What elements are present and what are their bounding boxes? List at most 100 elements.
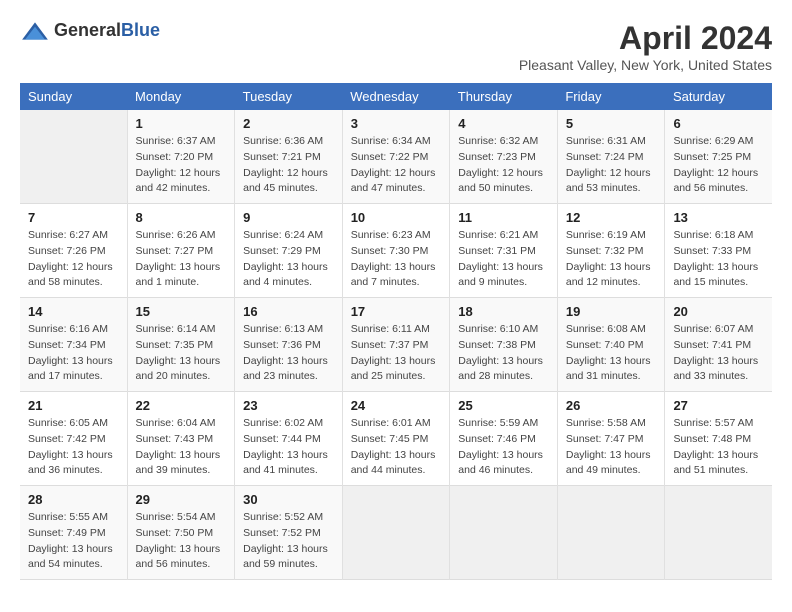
- day-number: 9: [243, 210, 334, 225]
- week-row-1: 1Sunrise: 6:37 AM Sunset: 7:20 PM Daylig…: [20, 110, 772, 204]
- calendar-cell: 10 Sunrise: 6:23 AM Sunset: 7:30 PM Dayli…: [342, 204, 450, 298]
- calendar-cell: 30 Sunrise: 5:52 AM Sunset: 7:52 PM Dayli…: [235, 486, 343, 580]
- day-number: 22: [136, 398, 227, 413]
- month-title: April 2024: [519, 20, 772, 57]
- day-info: Sunrise: 6:26 AM Sunset: 7:27 PM Dayligh…: [136, 228, 227, 291]
- day-info: Sunrise: 6:14 AM Sunset: 7:35 PM Dayligh…: [136, 322, 227, 385]
- calendar-cell: [342, 486, 450, 580]
- calendar-cell: 8 Sunrise: 6:26 AM Sunset: 7:27 PM Daylig…: [127, 204, 235, 298]
- calendar-cell: 25 Sunrise: 5:59 AM Sunset: 7:46 PM Dayli…: [450, 392, 558, 486]
- day-info: Sunrise: 6:34 AM Sunset: 7:22 PM Dayligh…: [351, 134, 442, 197]
- day-info: Sunrise: 5:55 AM Sunset: 7:49 PM Dayligh…: [28, 510, 119, 573]
- day-info: Sunrise: 5:57 AM Sunset: 7:48 PM Dayligh…: [673, 416, 764, 479]
- calendar-cell: 5Sunrise: 6:31 AM Sunset: 7:24 PM Daylig…: [557, 110, 665, 204]
- day-info: Sunrise: 5:58 AM Sunset: 7:47 PM Dayligh…: [566, 416, 657, 479]
- week-row-5: 28 Sunrise: 5:55 AM Sunset: 7:49 PM Dayli…: [20, 486, 772, 580]
- calendar-cell: 18 Sunrise: 6:10 AM Sunset: 7:38 PM Dayli…: [450, 298, 558, 392]
- calendar-cell: 4 Sunrise: 6:32 AM Sunset: 7:23 PM Daylig…: [450, 110, 558, 204]
- logo-blue: Blue: [121, 20, 160, 40]
- column-header-friday: Friday: [557, 83, 665, 110]
- column-header-monday: Monday: [127, 83, 235, 110]
- calendar-cell: 28 Sunrise: 5:55 AM Sunset: 7:49 PM Dayli…: [20, 486, 127, 580]
- column-header-wednesday: Wednesday: [342, 83, 450, 110]
- day-number: 1: [136, 116, 227, 131]
- day-number: 7: [28, 210, 119, 225]
- calendar-cell: 7 Sunrise: 6:27 AM Sunset: 7:26 PM Daylig…: [20, 204, 127, 298]
- calendar-cell: [557, 486, 665, 580]
- day-info: Sunrise: 6:24 AM Sunset: 7:29 PM Dayligh…: [243, 228, 334, 291]
- calendar-cell: [20, 110, 127, 204]
- day-info: Sunrise: 6:08 AM Sunset: 7:40 PM Dayligh…: [566, 322, 657, 385]
- logo: GeneralBlue: [20, 20, 160, 41]
- day-number: 13: [673, 210, 764, 225]
- day-number: 29: [136, 492, 227, 507]
- calendar-table: SundayMondayTuesdayWednesdayThursdayFrid…: [20, 83, 772, 580]
- logo-icon: [20, 21, 50, 41]
- day-number: 26: [566, 398, 657, 413]
- calendar-cell: 15Sunrise: 6:14 AM Sunset: 7:35 PM Dayli…: [127, 298, 235, 392]
- day-number: 21: [28, 398, 119, 413]
- calendar-cell: 21 Sunrise: 6:05 AM Sunset: 7:42 PM Dayli…: [20, 392, 127, 486]
- day-info: Sunrise: 6:04 AM Sunset: 7:43 PM Dayligh…: [136, 416, 227, 479]
- day-number: 6: [673, 116, 764, 131]
- calendar-cell: [450, 486, 558, 580]
- day-info: Sunrise: 5:59 AM Sunset: 7:46 PM Dayligh…: [458, 416, 549, 479]
- day-info: Sunrise: 5:52 AM Sunset: 7:52 PM Dayligh…: [243, 510, 334, 573]
- day-info: Sunrise: 6:02 AM Sunset: 7:44 PM Dayligh…: [243, 416, 334, 479]
- calendar-header: SundayMondayTuesdayWednesdayThursdayFrid…: [20, 83, 772, 110]
- calendar-cell: 17Sunrise: 6:11 AM Sunset: 7:37 PM Dayli…: [342, 298, 450, 392]
- day-number: 27: [673, 398, 764, 413]
- location: Pleasant Valley, New York, United States: [519, 57, 772, 73]
- calendar-cell: 14Sunrise: 6:16 AM Sunset: 7:34 PM Dayli…: [20, 298, 127, 392]
- calendar-cell: 3 Sunrise: 6:34 AM Sunset: 7:22 PM Daylig…: [342, 110, 450, 204]
- day-info: Sunrise: 6:05 AM Sunset: 7:42 PM Dayligh…: [28, 416, 119, 479]
- day-number: 25: [458, 398, 549, 413]
- day-info: Sunrise: 6:07 AM Sunset: 7:41 PM Dayligh…: [673, 322, 764, 385]
- day-info: Sunrise: 6:18 AM Sunset: 7:33 PM Dayligh…: [673, 228, 764, 291]
- day-info: Sunrise: 6:01 AM Sunset: 7:45 PM Dayligh…: [351, 416, 442, 479]
- day-info: Sunrise: 6:27 AM Sunset: 7:26 PM Dayligh…: [28, 228, 119, 291]
- day-number: 16: [243, 304, 334, 319]
- day-info: Sunrise: 6:10 AM Sunset: 7:38 PM Dayligh…: [458, 322, 549, 385]
- day-info: Sunrise: 6:32 AM Sunset: 7:23 PM Dayligh…: [458, 134, 549, 197]
- day-number: 5: [566, 116, 657, 131]
- day-number: 8: [136, 210, 227, 225]
- week-row-3: 14Sunrise: 6:16 AM Sunset: 7:34 PM Dayli…: [20, 298, 772, 392]
- day-info: Sunrise: 6:36 AM Sunset: 7:21 PM Dayligh…: [243, 134, 334, 197]
- day-info: Sunrise: 6:21 AM Sunset: 7:31 PM Dayligh…: [458, 228, 549, 291]
- day-number: 23: [243, 398, 334, 413]
- week-row-4: 21 Sunrise: 6:05 AM Sunset: 7:42 PM Dayli…: [20, 392, 772, 486]
- day-number: 20: [673, 304, 764, 319]
- calendar-cell: 20 Sunrise: 6:07 AM Sunset: 7:41 PM Dayli…: [665, 298, 772, 392]
- calendar-cell: 22 Sunrise: 6:04 AM Sunset: 7:43 PM Dayli…: [127, 392, 235, 486]
- day-number: 24: [351, 398, 442, 413]
- day-number: 12: [566, 210, 657, 225]
- column-header-tuesday: Tuesday: [235, 83, 343, 110]
- column-header-thursday: Thursday: [450, 83, 558, 110]
- logo-general: General: [54, 20, 121, 40]
- day-info: Sunrise: 6:23 AM Sunset: 7:30 PM Dayligh…: [351, 228, 442, 291]
- calendar-cell: 6Sunrise: 6:29 AM Sunset: 7:25 PM Daylig…: [665, 110, 772, 204]
- calendar-cell: 13 Sunrise: 6:18 AM Sunset: 7:33 PM Dayli…: [665, 204, 772, 298]
- day-number: 30: [243, 492, 334, 507]
- calendar-cell: 2Sunrise: 6:36 AM Sunset: 7:21 PM Daylig…: [235, 110, 343, 204]
- calendar-cell: 11Sunrise: 6:21 AM Sunset: 7:31 PM Dayli…: [450, 204, 558, 298]
- day-number: 10: [351, 210, 442, 225]
- day-info: Sunrise: 6:13 AM Sunset: 7:36 PM Dayligh…: [243, 322, 334, 385]
- calendar-cell: 12 Sunrise: 6:19 AM Sunset: 7:32 PM Dayli…: [557, 204, 665, 298]
- calendar-body: 1Sunrise: 6:37 AM Sunset: 7:20 PM Daylig…: [20, 110, 772, 580]
- day-info: Sunrise: 6:19 AM Sunset: 7:32 PM Dayligh…: [566, 228, 657, 291]
- day-number: 3: [351, 116, 442, 131]
- calendar-cell: 23 Sunrise: 6:02 AM Sunset: 7:44 PM Dayli…: [235, 392, 343, 486]
- day-number: 14: [28, 304, 119, 319]
- header-row: SundayMondayTuesdayWednesdayThursdayFrid…: [20, 83, 772, 110]
- week-row-2: 7 Sunrise: 6:27 AM Sunset: 7:26 PM Daylig…: [20, 204, 772, 298]
- day-number: 4: [458, 116, 549, 131]
- day-number: 28: [28, 492, 119, 507]
- day-info: Sunrise: 6:11 AM Sunset: 7:37 PM Dayligh…: [351, 322, 442, 385]
- calendar-cell: 1Sunrise: 6:37 AM Sunset: 7:20 PM Daylig…: [127, 110, 235, 204]
- calendar-cell: [665, 486, 772, 580]
- day-number: 18: [458, 304, 549, 319]
- page-header: GeneralBlue April 2024 Pleasant Valley, …: [20, 20, 772, 73]
- calendar-cell: 19Sunrise: 6:08 AM Sunset: 7:40 PM Dayli…: [557, 298, 665, 392]
